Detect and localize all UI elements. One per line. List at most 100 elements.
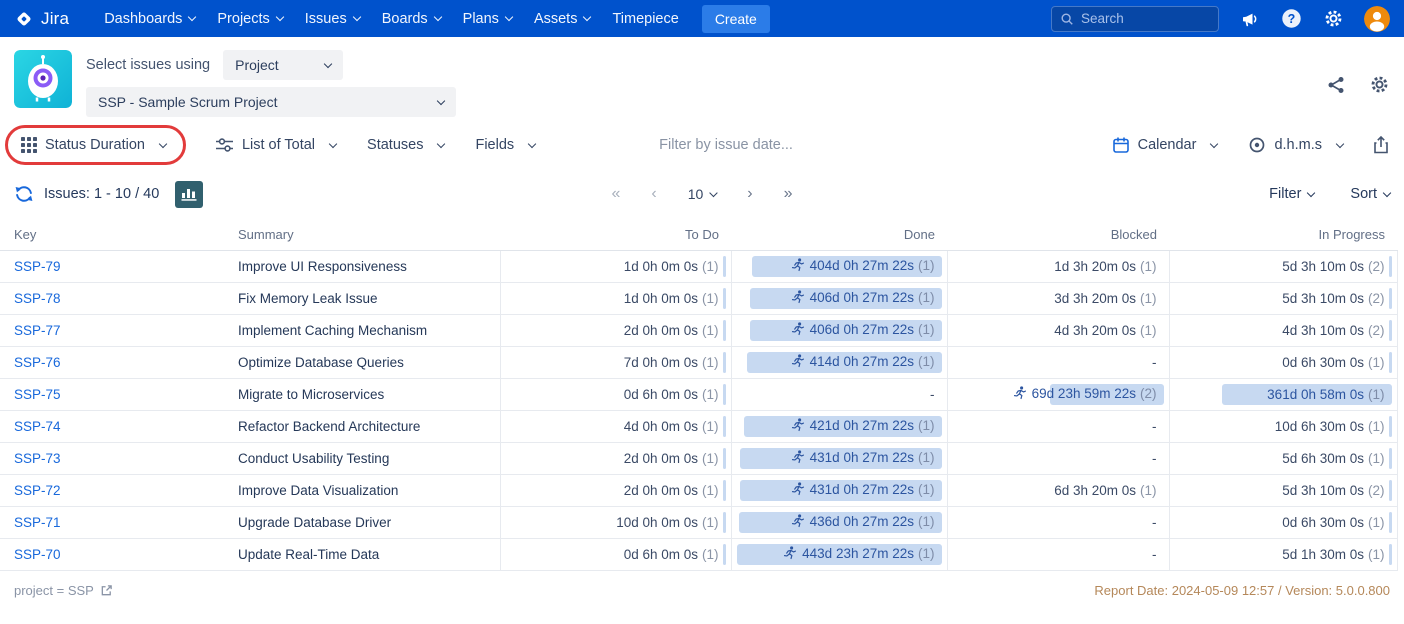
runner-icon bbox=[791, 450, 804, 464]
report-settings-gear-icon[interactable] bbox=[1369, 74, 1390, 95]
issue-source-value: Project bbox=[235, 57, 279, 73]
next-page-button[interactable]: › bbox=[747, 186, 752, 202]
page-size-dropdown[interactable]: 10 bbox=[688, 186, 717, 202]
status-duration-dropdown[interactable]: Status Duration bbox=[19, 131, 168, 159]
announcements-icon[interactable] bbox=[1240, 9, 1260, 29]
issue-key-link[interactable]: SSP-70 bbox=[14, 547, 61, 562]
runner-icon bbox=[791, 514, 804, 528]
fields-dropdown[interactable]: Fields bbox=[473, 131, 537, 159]
duration-format-dropdown[interactable]: d.h.m.s bbox=[1246, 130, 1345, 160]
duration-cell: 4d 3h 10m 0s(2) bbox=[1169, 315, 1397, 347]
duration-bar bbox=[723, 480, 726, 501]
nav-item-plans[interactable]: Plans bbox=[452, 11, 523, 27]
statuses-label: Statuses bbox=[367, 137, 423, 153]
duration-bar bbox=[1389, 352, 1392, 373]
nav-item-dashboards[interactable]: Dashboards bbox=[93, 11, 206, 27]
duration-bar bbox=[723, 256, 726, 277]
report-query-link[interactable]: project = SSP bbox=[14, 583, 113, 598]
table-row: SSP-76Optimize Database Queries7d 0h 0m … bbox=[0, 347, 1397, 379]
user-avatar[interactable] bbox=[1364, 6, 1390, 32]
share-icon[interactable] bbox=[1326, 75, 1346, 95]
pagination-bar: Issues: 1 - 10 / 40 « ‹ 10 › » Filter So… bbox=[0, 173, 1404, 215]
chevron-down-icon bbox=[1336, 139, 1344, 147]
runner-icon bbox=[791, 418, 804, 432]
duration-format-label: d.h.m.s bbox=[1274, 137, 1322, 153]
jira-logo-icon bbox=[14, 9, 34, 29]
sliders-icon bbox=[215, 137, 234, 153]
date-filter-input[interactable]: Filter by issue date... bbox=[659, 137, 793, 153]
issue-key-link[interactable]: SSP-78 bbox=[14, 291, 61, 306]
issue-key-link[interactable]: SSP-73 bbox=[14, 451, 61, 466]
chevron-down-icon bbox=[276, 13, 284, 21]
help-icon[interactable]: ? bbox=[1281, 8, 1302, 29]
table-row: SSP-73Conduct Usability Testing2d 0h 0m … bbox=[0, 443, 1397, 475]
duration-cell: 443d 23h 27m 22s(1) bbox=[731, 539, 947, 571]
summary-cell: Implement Caching Mechanism bbox=[230, 315, 500, 347]
calendar-dropdown[interactable]: Calendar bbox=[1110, 130, 1220, 160]
duration-cell: 7d 0h 0m 0s(1) bbox=[500, 347, 731, 379]
filter-dropdown[interactable]: Filter bbox=[1269, 186, 1314, 202]
chevron-down-icon bbox=[437, 139, 445, 147]
issue-source-dropdown[interactable]: Project bbox=[223, 50, 343, 80]
chart-view-button[interactable] bbox=[175, 181, 203, 208]
duration-cell: 5d 3h 10m 0s(2) bbox=[1169, 251, 1397, 283]
project-value: SSP - Sample Scrum Project bbox=[98, 94, 277, 110]
issue-key-link[interactable]: SSP-75 bbox=[14, 387, 61, 402]
runner-icon bbox=[791, 354, 804, 368]
sort-dropdown[interactable]: Sort bbox=[1350, 186, 1390, 202]
prev-page-button[interactable]: ‹ bbox=[651, 186, 656, 202]
duration-cell: 5d 6h 30m 0s(1) bbox=[1169, 443, 1397, 475]
jira-home-link[interactable]: Jira bbox=[14, 9, 69, 29]
table-row: SSP-71Upgrade Database Driver10d 0h 0m 0… bbox=[0, 507, 1397, 539]
table-row: SSP-77Implement Caching Mechanism2d 0h 0… bbox=[0, 315, 1397, 347]
duration-cell: - bbox=[947, 507, 1169, 539]
issue-key-link[interactable]: SSP-79 bbox=[14, 259, 61, 274]
nav-item-boards[interactable]: Boards bbox=[371, 11, 452, 27]
create-button[interactable]: Create bbox=[702, 5, 770, 33]
summary-cell: Improve UI Responsiveness bbox=[230, 251, 500, 283]
project-dropdown[interactable]: SSP - Sample Scrum Project bbox=[86, 87, 456, 117]
chevron-down-icon bbox=[159, 139, 167, 147]
duration-cell: 10d 0h 0m 0s(1) bbox=[500, 507, 731, 539]
table-body: SSP-79Improve UI Responsiveness1d 0h 0m … bbox=[0, 251, 1397, 571]
key-cell: SSP-74 bbox=[0, 411, 230, 443]
duration-cell: 414d 0h 27m 22s(1) bbox=[731, 347, 947, 379]
search-input[interactable] bbox=[1081, 11, 1210, 26]
status-time-app-icon bbox=[14, 50, 72, 108]
annotation-red-oval: Status Duration bbox=[5, 125, 186, 165]
chevron-down-icon bbox=[1307, 188, 1315, 196]
query-text: project = SSP bbox=[14, 583, 94, 598]
duration-bar bbox=[723, 448, 726, 469]
export-icon[interactable] bbox=[1372, 135, 1390, 155]
refresh-icon[interactable] bbox=[14, 185, 34, 203]
duration-cell: 5d 3h 10m 0s(2) bbox=[1169, 475, 1397, 507]
nav-item-assets[interactable]: Assets bbox=[523, 11, 602, 27]
runner-icon bbox=[791, 482, 804, 496]
duration-cell: 10d 6h 30m 0s(1) bbox=[1169, 411, 1397, 443]
nav-item-issues[interactable]: Issues bbox=[294, 11, 371, 27]
issue-key-link[interactable]: SSP-77 bbox=[14, 323, 61, 338]
statuses-dropdown[interactable]: Statuses bbox=[365, 131, 446, 159]
svg-text:?: ? bbox=[1288, 12, 1296, 26]
list-of-total-dropdown[interactable]: List of Total bbox=[213, 131, 338, 159]
settings-gear-icon[interactable] bbox=[1323, 8, 1344, 29]
issue-key-link[interactable]: SSP-71 bbox=[14, 515, 61, 530]
chevron-down-icon bbox=[433, 13, 441, 21]
search-box[interactable] bbox=[1051, 6, 1219, 32]
top-navigation-bar: Jira DashboardsProjectsIssuesBoardsPlans… bbox=[0, 0, 1404, 37]
last-page-button[interactable]: » bbox=[784, 186, 793, 202]
first-page-button[interactable]: « bbox=[611, 186, 620, 202]
issue-key-link[interactable]: SSP-76 bbox=[14, 355, 61, 370]
column-header-key: Key bbox=[0, 219, 230, 251]
duration-cell: 2d 0h 0m 0s(1) bbox=[500, 443, 731, 475]
key-cell: SSP-78 bbox=[0, 283, 230, 315]
nav-item-projects[interactable]: Projects bbox=[206, 11, 293, 27]
status-duration-label: Status Duration bbox=[45, 137, 145, 153]
duration-cell: 406d 0h 27m 22s(1) bbox=[731, 283, 947, 315]
status-duration-table: KeySummaryTo DoDoneBlockedIn Progress SS… bbox=[0, 219, 1398, 571]
issue-key-link[interactable]: SSP-72 bbox=[14, 483, 61, 498]
issue-key-link[interactable]: SSP-74 bbox=[14, 419, 61, 434]
nav-item-timepiece[interactable]: Timepiece bbox=[601, 11, 689, 27]
duration-cell: 421d 0h 27m 22s(1) bbox=[731, 411, 947, 443]
toolbar-right: Calendar d.h.m.s bbox=[1110, 130, 1390, 160]
